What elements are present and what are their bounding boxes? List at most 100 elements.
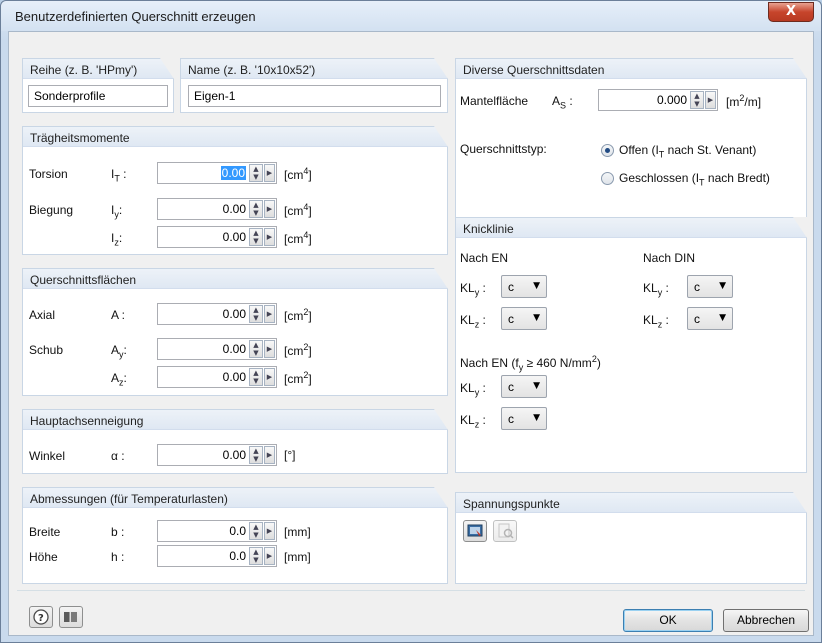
din-label: Nach DIN [643,251,696,265]
inertia-header: Trägheitsmomente [30,131,130,145]
az-input[interactable]: 0.00 ▲ ▼ ▶ [157,366,277,388]
a-arrow-icon[interactable]: ▶ [264,305,275,323]
din-kly-label: KLy : [643,281,669,298]
dropdown-arrow-icon: ▼ [533,313,540,323]
title-bar[interactable]: Benutzerdefinierten Querschnitt erzeugen… [1,1,821,31]
iy-symbol: Iy: [111,203,123,220]
iy-spinner[interactable]: ▲ ▼ [249,200,263,218]
a-input[interactable]: 0.00 ▲ ▼ ▶ [157,303,277,325]
en460-kly-select[interactable]: c ▼ [501,375,547,398]
dialog-client: Reihe (z. B. 'HPmy') Sonderprofile Name … [8,31,814,636]
width-input[interactable]: 0.0 ▲ ▼ ▶ [157,520,277,542]
iz-arrow-icon[interactable]: ▶ [264,228,275,246]
stress-points-edit-icon [467,524,483,537]
series-input[interactable]: Sonderprofile [28,85,168,107]
surface-value[interactable]: 0.000 [657,93,687,107]
surface-label: Mantelfläche [460,94,529,108]
name-input[interactable]: Eigen-1 [188,85,441,107]
din-klz-select[interactable]: c ▼ [687,307,733,330]
width-value[interactable]: 0.0 [229,524,246,538]
svg-text:?: ? [38,613,44,624]
en-kly-select[interactable]: c ▼ [501,275,547,298]
axial-label: Axial [29,308,56,322]
dimensions-group: Abmessungen (für Temperaturlasten) Breit… [22,487,448,584]
en460-klz-select[interactable]: c ▼ [501,407,547,430]
areas-header: Querschnittsflächen [30,273,137,287]
cancel-button[interactable]: Abbrechen [723,609,809,632]
surface-input[interactable]: 0.000 ▲ ▼ ▶ [598,89,718,111]
height-spinner[interactable]: ▲ ▼ [249,547,263,565]
width-label: Breite [29,525,61,539]
help-button[interactable]: ? [29,606,53,628]
height-arrow-icon[interactable]: ▶ [264,547,275,565]
iz-unit: [cm4] [284,230,312,246]
window-title: Benutzerdefinierten Querschnitt erzeugen [15,9,256,24]
buckling-header: Knicklinie [463,222,514,236]
open-radio-label[interactable]: Offen (IT nach St. Venant) [619,143,756,159]
angle-value[interactable]: 0.00 [223,448,246,462]
width-spinner[interactable]: ▲ ▼ [249,522,263,540]
ok-button[interactable]: OK [623,609,713,632]
ay-arrow-icon[interactable]: ▶ [264,340,275,358]
torsion-unit: [cm4] [284,166,312,182]
close-button[interactable]: X [768,2,814,22]
a-spinner[interactable]: ▲ ▼ [249,305,263,323]
surface-arrow-icon[interactable]: ▶ [705,91,716,109]
az-arrow-icon[interactable]: ▶ [264,368,275,386]
open-radio[interactable] [601,144,614,157]
stress-points-view-button[interactable] [493,520,517,542]
surface-unit: [m2/m] [726,93,762,109]
series-label: Reihe (z. B. 'HPmy') [30,63,138,77]
closed-radio-label[interactable]: Geschlossen (IT nach Bredt) [619,171,770,187]
en460-kly-label: KLy : [460,381,486,398]
book-button[interactable] [59,606,83,628]
iy-value[interactable]: 0.00 [223,202,246,216]
dropdown-arrow-icon: ▼ [719,281,726,291]
iz-input[interactable]: 0.00 ▲ ▼ ▶ [157,226,277,248]
section-type-label: Querschnittstyp: [460,142,547,156]
height-input[interactable]: 0.0 ▲ ▼ ▶ [157,545,277,567]
iy-input[interactable]: 0.00 ▲ ▼ ▶ [157,198,277,220]
closed-radio[interactable] [601,172,614,185]
angle-spinner[interactable]: ▲ ▼ [249,446,263,464]
surface-spinner[interactable]: ▲ ▼ [690,91,704,109]
width-arrow-icon[interactable]: ▶ [264,522,275,540]
iz-spinner[interactable]: ▲ ▼ [249,228,263,246]
ay-input[interactable]: 0.00 ▲ ▼ ▶ [157,338,277,360]
a-value[interactable]: 0.00 [223,307,246,321]
angle-symbol: α : [111,449,125,463]
name-label: Name (z. B. '10x10x52') [188,63,316,77]
iz-symbol: Iz: [111,231,123,248]
az-unit: [cm2] [284,370,312,386]
iy-arrow-icon[interactable]: ▶ [264,200,275,218]
angle-unit: [°] [284,448,296,462]
buckling-group: Knicklinie Nach EN Nach DIN KLy : c ▼ KLz… [455,217,807,473]
torsion-input[interactable]: 0.00 ▲ ▼ ▶ [157,162,277,184]
ay-spinner[interactable]: ▲ ▼ [249,340,263,358]
az-spinner[interactable]: ▲ ▼ [249,368,263,386]
a-unit: [cm2] [284,307,312,323]
en-klz-select[interactable]: c ▼ [501,307,547,330]
dialog-window: Benutzerdefinierten Querschnitt erzeugen… [0,0,822,643]
stress-points-header: Spannungspunkte [463,497,560,511]
misc-group: Diverse Querschnittsdaten Mantelfläche A… [455,58,807,230]
stress-points-edit-button[interactable] [463,520,487,542]
az-value[interactable]: 0.00 [223,370,246,384]
help-icon: ? [33,609,49,625]
din-kly-select[interactable]: c ▼ [687,275,733,298]
angle-input[interactable]: 0.00 ▲ ▼ ▶ [157,444,277,466]
dropdown-arrow-icon: ▼ [719,313,726,323]
height-value[interactable]: 0.0 [229,549,246,563]
torsion-spinner[interactable]: ▲ ▼ [249,164,263,182]
torsion-arrow-icon[interactable]: ▶ [264,164,275,182]
ay-value[interactable]: 0.00 [223,342,246,356]
dropdown-arrow-icon: ▼ [533,281,540,291]
en-kly-label: KLy : [460,281,486,298]
series-group: Reihe (z. B. 'HPmy') Sonderprofile [22,58,174,113]
iz-value[interactable]: 0.00 [223,230,246,244]
dimensions-header: Abmessungen (für Temperaturlasten) [30,492,228,506]
axis-group: Hauptachsenneigung Winkel α : 0.00 ▲ ▼ ▶ … [22,409,448,474]
shear-label: Schub [29,343,64,357]
torsion-value[interactable]: 0.00 [220,166,246,180]
angle-arrow-icon[interactable]: ▶ [264,446,275,464]
